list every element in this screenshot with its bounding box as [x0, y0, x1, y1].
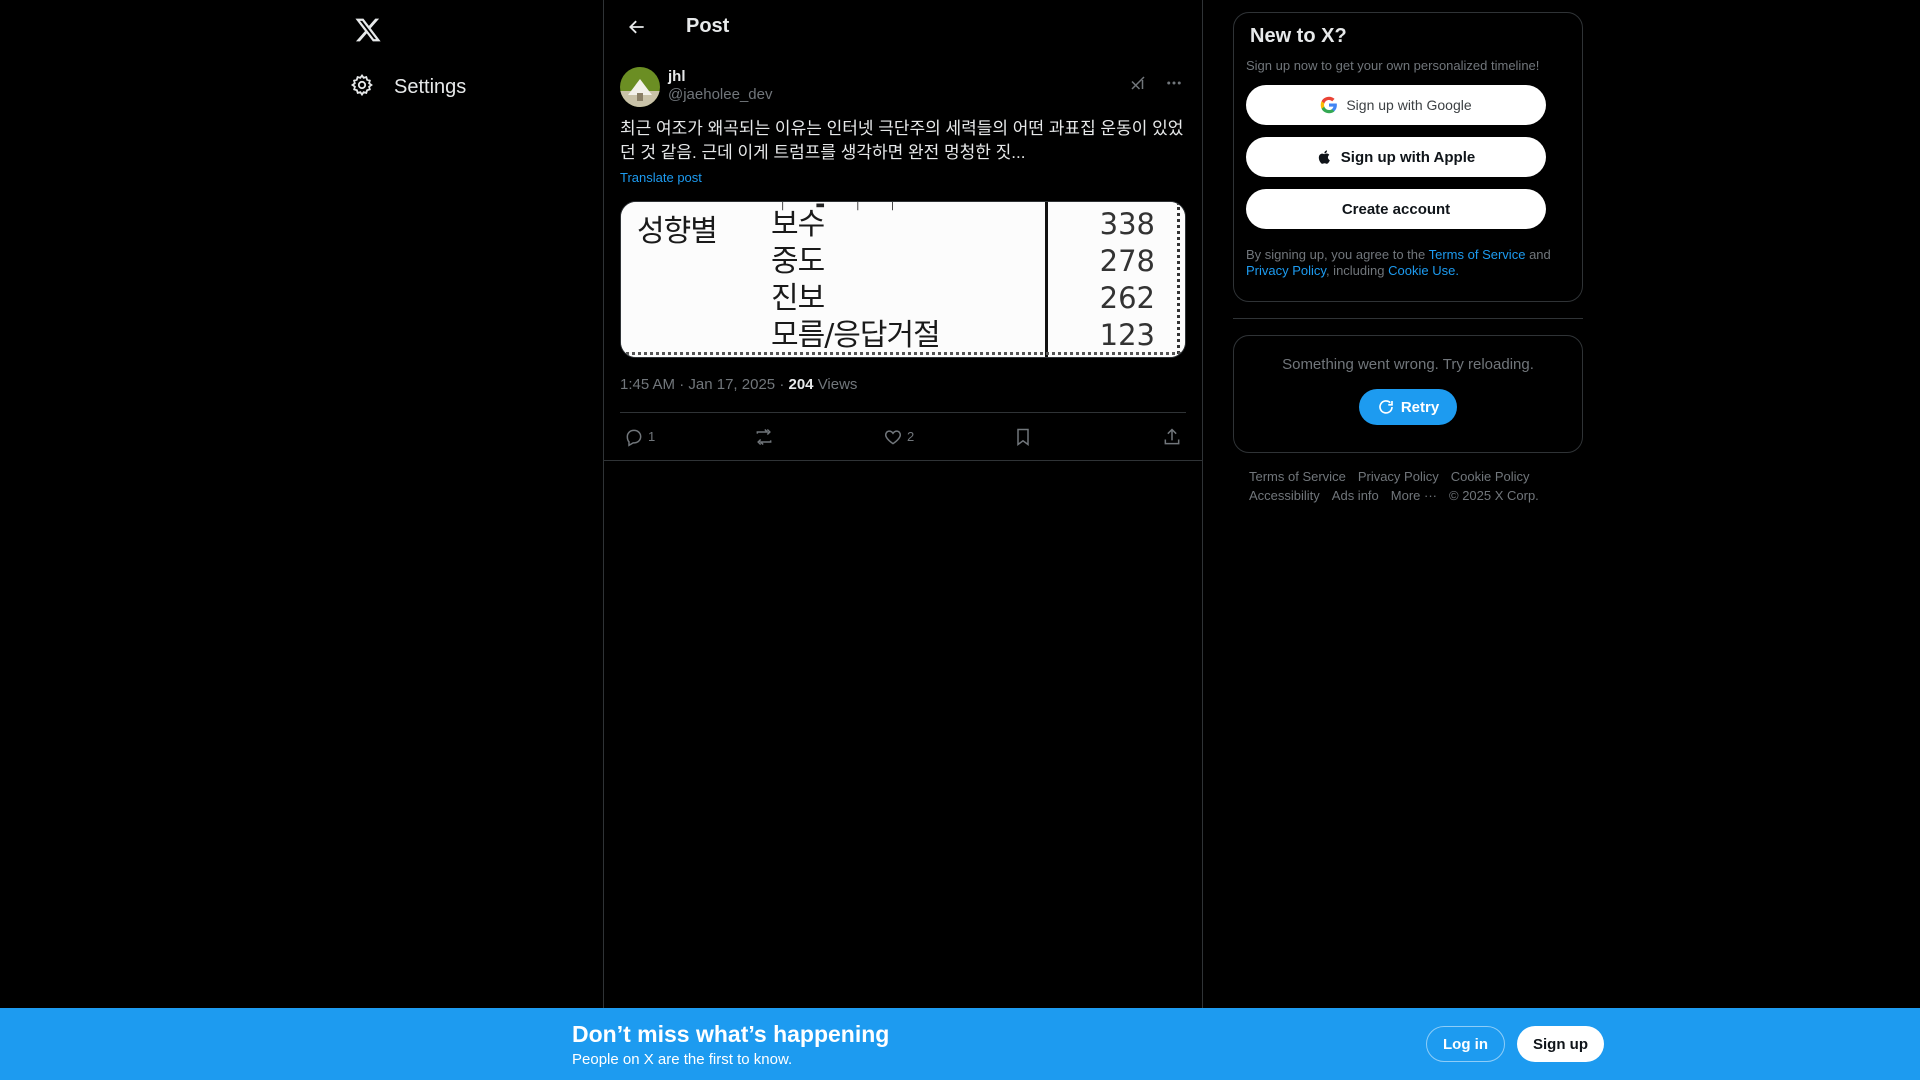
tweet: jhl @jaeholee_dev 최근 여조가 왜곡되는 이유는 인터넷 극단… [604, 53, 1202, 461]
signup-apple-label: Sign up with Apple [1340, 148, 1476, 166]
media-row-label: 모름/응답거절 [771, 318, 941, 353]
media-row-values: 338 278 262 123 [1100, 206, 1155, 354]
google-icon [1321, 96, 1338, 114]
tweet-divider [604, 460, 1202, 461]
tweet-time[interactable]: 1:45 AM [620, 376, 675, 393]
gear-icon [350, 73, 374, 102]
signup-title: New to X? [1250, 25, 1347, 47]
error-card: Something went wrong. Try reloading. Ret… [1233, 335, 1583, 453]
banner-buttons: Log in Sign up [1426, 1026, 1604, 1062]
media-row-label: 중도 [771, 244, 825, 279]
legal-including: , including [1325, 263, 1385, 278]
reply-icon [626, 429, 642, 447]
cookie-link[interactable]: Cookie Use. [1388, 263, 1459, 278]
footer-link[interactable]: Accessibility [1249, 488, 1320, 503]
tweet-text: 최근 여조가 왜곡되는 이유는 인터넷 극단주의 세력들의 어떤 과표집 운동이… [620, 119, 1184, 162]
left-navigation: Settings [340, 0, 600, 1080]
main-column: Post jhl @jaeholee_dev 최근 여조가 왜곡되는 이유는 인… [603, 0, 1203, 1080]
bottom-banner: Don’t miss what’s happening People on X … [0, 1008, 1920, 1080]
meta-separator: · [679, 376, 689, 393]
copyright: © 2025 X Corp. [1449, 488, 1539, 503]
reply-button[interactable]: 1 [624, 427, 664, 447]
signup-subtitle: Sign up now to get your own personalized… [1246, 58, 1540, 73]
footer-link[interactable]: Cookie Policy [1451, 469, 1530, 484]
tweet-date[interactable]: Jan 17, 2025 [688, 376, 775, 393]
footer-more-link[interactable]: More ··· [1391, 488, 1437, 503]
avatar[interactable] [620, 67, 660, 107]
share-icon [1164, 427, 1180, 444]
media-row-value: 123 [1099, 318, 1155, 352]
banner-subtitle: People on X are the first to know. [572, 1051, 793, 1068]
footer-links: Terms of Service Privacy Policy Cookie P… [1233, 469, 1583, 503]
media-dotted-edge [1177, 202, 1181, 357]
media-dotted-bottom [621, 352, 1185, 355]
footer-link[interactable]: Ads info [1332, 488, 1379, 503]
media-table: | ▬ | | 성향별 보수 중도 진보 모름/응답거절 338 278 262… [621, 202, 1185, 357]
create-account-label: Create account [1341, 200, 1451, 218]
page-title: Post [686, 15, 730, 37]
post-header: Post [604, 0, 1202, 53]
app-root: Settings Post jhl @jaeholee_dev 최근 여조가 왜… [0, 0, 1920, 1080]
refresh-icon [1379, 400, 1393, 414]
legal-and: and [1529, 247, 1551, 262]
nav-item-settings-label: Settings [394, 75, 467, 98]
x-logo-icon[interactable] [348, 10, 388, 50]
login-button[interactable]: Log in [1426, 1026, 1505, 1062]
media-row-value: 278 [1099, 244, 1155, 278]
signup-apple-button[interactable]: Sign up with Apple [1246, 137, 1546, 177]
arrow-left-icon [629, 20, 644, 33]
views-count: 204 [788, 376, 814, 393]
retry-button[interactable]: Retry [1358, 389, 1458, 425]
media-row-label: 진보 [771, 281, 825, 316]
bookmark-button[interactable] [1013, 427, 1053, 447]
author-names: jhl @jaeholee_dev [668, 65, 772, 103]
right-sidebar: New to X? Sign up now to get your own pe… [1233, 0, 1583, 503]
retry-label: Retry [1400, 398, 1440, 416]
apple-icon [1318, 150, 1330, 164]
tweet-author-row: jhl @jaeholee_dev [620, 65, 1186, 113]
signup-card: New to X? Sign up now to get your own pe… [1233, 12, 1583, 302]
grok-icon[interactable] [1126, 71, 1150, 95]
tweet-meta: 1:45 AM · Jan 17, 2025 · 204 Views [620, 376, 1186, 396]
translate-post-link[interactable]: Translate post [620, 170, 702, 185]
media-row-value: 262 [1099, 281, 1155, 315]
banner-text: Don’t miss what’s happening People on X … [572, 1021, 889, 1068]
nav-item-settings[interactable]: Settings [340, 66, 476, 108]
media-row-value: 338 [1099, 207, 1155, 241]
banner-title: Don’t miss what’s happening [572, 1021, 890, 1047]
media-row-labels: 보수 중도 진보 모름/응답거절 [771, 206, 941, 354]
like-count: 2 [907, 429, 915, 444]
legal-prefix: By signing up, you agree to the [1246, 247, 1426, 262]
signup-legal-text: By signing up, you agree to the Terms of… [1246, 247, 1570, 279]
reply-count: 1 [648, 429, 656, 444]
privacy-link[interactable]: Privacy Policy [1246, 263, 1326, 278]
views-label: Views [817, 376, 858, 393]
bookmark-icon [1016, 428, 1029, 446]
signup-google-label: Sign up with Google [1346, 97, 1472, 113]
media-column-label: 성향별 [637, 214, 718, 249]
more-options-icon[interactable] [1162, 71, 1186, 95]
like-button[interactable]: 2 [883, 427, 923, 447]
heart-icon [884, 429, 902, 445]
error-message: Something went wrong. Try reloading. [1282, 356, 1534, 373]
footer-link[interactable]: Privacy Policy [1358, 469, 1439, 484]
author-name[interactable]: jhl [668, 68, 772, 85]
create-account-button[interactable]: Create account [1246, 189, 1546, 229]
back-button[interactable] [620, 10, 654, 44]
signup-google-button[interactable]: Sign up with Google [1246, 85, 1546, 125]
signup-button[interactable]: Sign up [1517, 1026, 1604, 1062]
terms-link[interactable]: Terms of Service [1429, 247, 1526, 262]
share-button[interactable] [1142, 427, 1182, 447]
sidebar-divider [1233, 318, 1583, 319]
repost-button[interactable] [754, 427, 794, 447]
author-actions [1126, 71, 1186, 95]
repost-icon [756, 428, 771, 445]
tweet-media-image[interactable]: | ▬ | | 성향별 보수 중도 진보 모름/응답거절 338 278 262… [620, 201, 1186, 358]
footer-link[interactable]: Terms of Service [1249, 469, 1346, 484]
media-divider [1045, 202, 1048, 357]
author-handle[interactable]: @jaeholee_dev [668, 86, 772, 103]
tweet-actions: 1 2 [620, 412, 1186, 460]
media-row-label: 보수 [771, 207, 825, 242]
